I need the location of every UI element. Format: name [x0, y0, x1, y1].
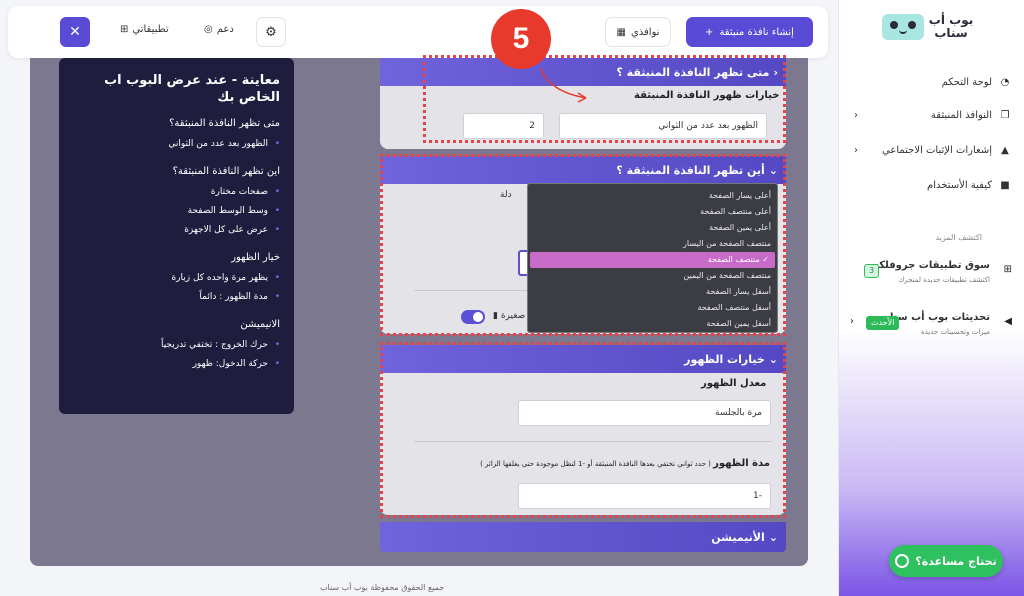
- preview-list: الظهور بعد عدد من الثواني: [73, 135, 280, 154]
- sidebar-item-label: النوافذ المنبثقة: [930, 109, 992, 121]
- bell-icon: ▲: [1001, 144, 1009, 156]
- app-logo[interactable]: بوب أب سناب: [882, 12, 974, 44]
- dropdown-option[interactable]: أعلى يمين الصفحة: [528, 220, 777, 236]
- check-icon: ✓: [759, 255, 769, 264]
- count-badge: 3: [864, 264, 880, 278]
- list-item: وسط الوسط الصفحة: [73, 202, 280, 221]
- chevron-left-icon: ‹: [854, 144, 858, 156]
- create-popup-button[interactable]: إنشاء نافذة منبثقة +: [686, 17, 813, 47]
- mascot-icon: [882, 14, 924, 40]
- list-item: مدة الظهور : دائماً: [73, 288, 280, 307]
- top-bar: إنشاء نافذة منبثقة + نوافذي ▦ ⚙ دعم ◎ تط…: [8, 6, 828, 58]
- dropdown-option[interactable]: أسفل يسار الصفحة: [528, 284, 777, 300]
- list-item: صفحات مختارة: [73, 183, 280, 202]
- promo-title: سوق تطبيقات جروفلكس: [865, 260, 990, 271]
- create-popup-label: إنشاء نافذة منبثقة: [719, 26, 794, 38]
- sidebar-item-label: كيفية الأستخدام: [927, 179, 992, 191]
- footer-copyright: جميع الحقوق محفوظة بوب أب سناب: [320, 583, 445, 592]
- dropdown-option[interactable]: أعلى منتصف الصفحة: [528, 204, 777, 220]
- preview-heading: اين تظهر النافذة المنبثقة؟: [172, 166, 280, 177]
- megaphone-icon: ◀: [1004, 316, 1012, 327]
- preview-heading: الانيميشن: [240, 319, 280, 330]
- promo-marketplace[interactable]: ⊞ سوق تطبيقات جروفلكس اكتشف تطبيقات جديد…: [850, 258, 1012, 294]
- sidebar-item-how-to-use[interactable]: ■ كيفية الأستخدام: [850, 174, 1012, 196]
- grid-icon: ⊞: [1003, 264, 1012, 275]
- panel-animation-header[interactable]: ⌄ الأنيميشن: [380, 522, 786, 552]
- grid-icon: ▦: [616, 26, 626, 38]
- dropdown-option[interactable]: أعلى يسار الصفحة: [528, 188, 777, 204]
- panel-title: الأنيميشن: [711, 530, 765, 544]
- sidebar-item-popups[interactable]: ❐ النوافذ المنبثقة ‹: [850, 104, 1012, 126]
- apps-icon: ⊞: [120, 24, 129, 35]
- chevron-left-icon: ‹: [854, 109, 858, 121]
- list-item: حركة الدخول: ظهور: [73, 355, 280, 374]
- dropdown-option-selected[interactable]: ✓ منتصف الصفحة: [530, 252, 775, 268]
- list-item: حرك الخروج : تختفي تدريجياً: [73, 336, 280, 355]
- video-icon: ■: [1000, 179, 1010, 191]
- whatsapp-icon: ◎: [204, 24, 213, 35]
- support-link[interactable]: دعم ◎: [204, 24, 234, 35]
- close-icon: ✕: [69, 24, 81, 40]
- sidebar-item-social-proof[interactable]: ▲ إشعارات الإثبات الاجتماعي ‹: [850, 139, 1012, 161]
- list-item: عرض على كل الاجهزة: [73, 221, 280, 240]
- preview-list: صفحات مختارة وسط الوسط الصفحة عرض على كل…: [73, 183, 280, 240]
- logo-text: بوب أب سناب: [928, 13, 974, 40]
- sidebar: بوب أب سناب ◔ لوحة التحكم ❐ النوافذ المن…: [838, 0, 1024, 596]
- highlight-box: [380, 342, 786, 518]
- promo-subtitle: ميزات وتحسينات جديدة: [920, 328, 990, 336]
- my-windows-button[interactable]: نوافذي ▦: [605, 17, 671, 47]
- close-button[interactable]: ✕: [60, 17, 90, 47]
- dashboard-icon: ◔: [1000, 76, 1010, 88]
- my-windows-label: نوافذي: [630, 26, 660, 38]
- my-apps-label: تطبيقاتي: [132, 24, 169, 35]
- my-apps-link[interactable]: تطبيقاتي ⊞: [120, 24, 169, 35]
- dropdown-option[interactable]: أسفل يمين الصفحة: [528, 316, 777, 332]
- step-badge: 5: [491, 9, 551, 69]
- promo-updates[interactable]: ◀ تحديثات بوب أب سناب ميزات وتحسينات جدي…: [850, 310, 1012, 346]
- plus-icon: +: [705, 26, 714, 38]
- preview-card: معاينة - عند عرض البوب اب الخاص بك متى ت…: [59, 58, 294, 414]
- highlight-box: [423, 55, 786, 143]
- new-badge: الأحدث: [866, 316, 900, 330]
- sidebar-item-label: إشعارات الإثبات الاجتماعي: [882, 144, 992, 156]
- help-label: تحتاج مساعدة؟: [915, 554, 997, 568]
- position-dropdown[interactable]: أعلى يسار الصفحة أعلى منتصف الصفحة أعلى …: [527, 183, 778, 333]
- sidebar-item-dashboard[interactable]: ◔ لوحة التحكم: [850, 71, 1012, 93]
- option-text: منتصف الصفحة: [707, 255, 760, 264]
- preview-title: معاينة - عند عرض البوب اب الخاص بك: [104, 73, 280, 105]
- list-item: الظهور بعد عدد من الثواني: [73, 135, 280, 154]
- windows-icon: ❐: [1000, 109, 1010, 121]
- support-label: دعم: [216, 24, 234, 35]
- dropdown-option[interactable]: أسفل منتصف الصفحة: [528, 300, 777, 316]
- preview-list: يظهر مرة واحده كل زيارة مدة الظهور : دائ…: [73, 269, 280, 307]
- list-item: يظهر مرة واحده كل زيارة: [73, 269, 280, 288]
- chevron-down-icon: ⌄: [768, 530, 778, 544]
- preview-heading: متى تظهر النافذة المنبثقة؟: [169, 118, 280, 129]
- dropdown-option[interactable]: منتصف الصفحة من اليمين: [528, 268, 777, 284]
- promo-subtitle: اكتشف تطبيقات جديدة لمتجرك: [898, 276, 990, 284]
- whatsapp-icon: [895, 554, 910, 568]
- dropdown-option[interactable]: منتصف الصفحة من اليسار: [528, 236, 777, 252]
- preview-heading: خيار الظهور: [231, 252, 280, 263]
- preview-list: حرك الخروج : تختفي تدريجياً حركة الدخول:…: [73, 336, 280, 374]
- settings-button[interactable]: ⚙: [256, 17, 286, 47]
- panel-animation: ⌄ الأنيميشن: [380, 522, 786, 552]
- chevron-left-icon: ‹: [850, 316, 854, 327]
- sidebar-item-label: لوحة التحكم: [941, 76, 992, 88]
- section-label: اكتشف المزيد: [935, 233, 982, 242]
- gear-icon: ⚙: [265, 24, 277, 40]
- help-button[interactable]: تحتاج مساعدة؟: [889, 545, 1003, 577]
